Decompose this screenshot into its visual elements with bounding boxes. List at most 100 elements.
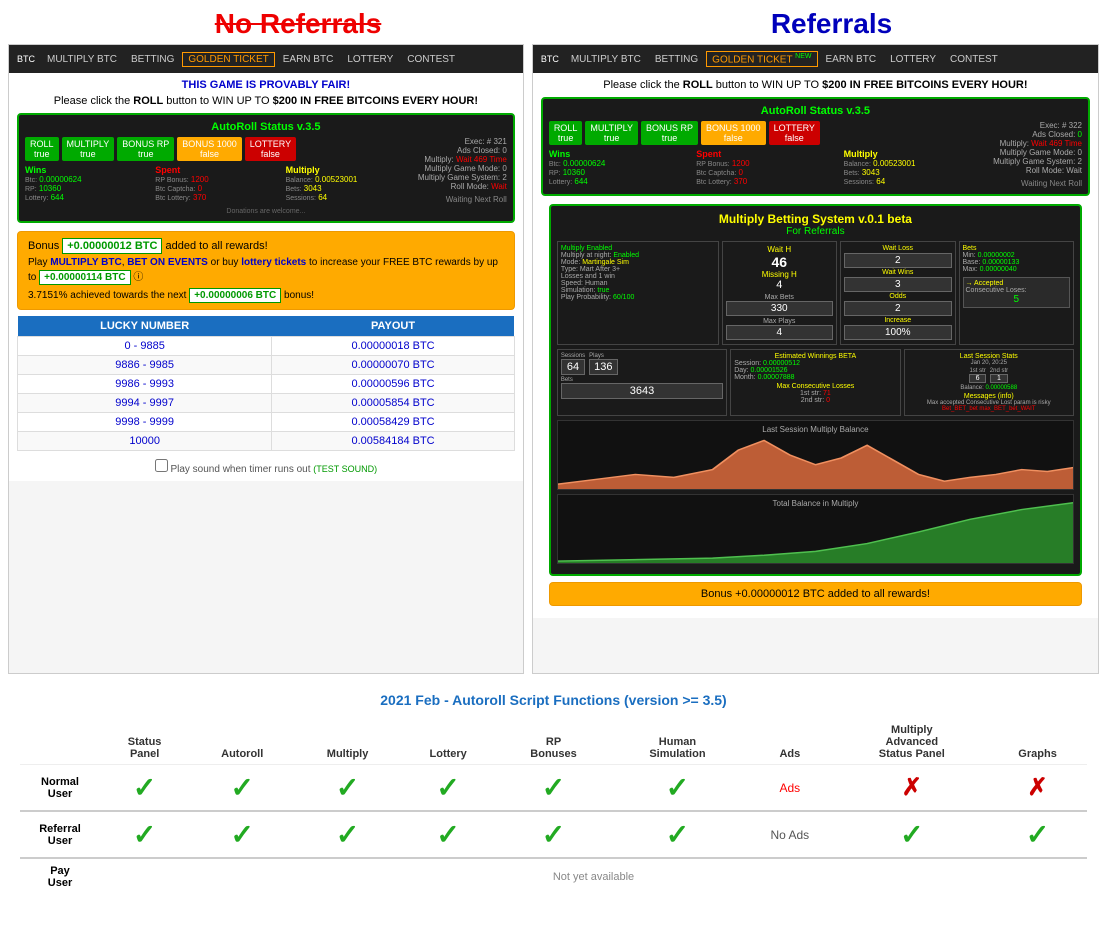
exec-panel-right: Exec: # 322 Ads Closed: 0 Multiply: Wait…	[993, 121, 1082, 188]
btn-lottery[interactable]: LOTTERYfalse	[245, 137, 296, 161]
autoroll-box-left: AutoRoll Status v.3.5 ROLLtrue MULTIPLYt…	[17, 113, 515, 223]
nav-btc-left[interactable]: BTC	[13, 52, 39, 66]
normal-rp: ✓	[496, 765, 610, 812]
panel-right: BTC MULTIPLY BTC BETTING GOLDEN TICKET N…	[532, 44, 1099, 674]
nav-golden-left[interactable]: GOLDEN TICKET	[182, 52, 274, 67]
lottery-link[interactable]: lottery tickets	[241, 257, 306, 268]
provably-fair-left: THIS GAME IS PROVABLY FAIR!	[17, 79, 515, 91]
table-row: 9886 - 99850.00000070 BTC	[18, 356, 515, 375]
th-multiply: Multiply	[295, 720, 400, 765]
th-multiply-adv: MultiplyAdvancedStatus Panel	[836, 720, 989, 765]
btn-multiply[interactable]: MULTIPLYtrue	[62, 137, 115, 161]
th-lucky-number: LUCKY NUMBER	[18, 316, 272, 337]
screenshots-row: BTC MULTIPLY BTC BETTING GOLDEN TICKET E…	[0, 44, 1107, 682]
ads-label: Ads	[779, 781, 800, 795]
no-ads-label: No Ads	[770, 828, 809, 842]
cross-icon: ✗	[1028, 774, 1048, 801]
th-payout: PAYOUT	[272, 316, 515, 337]
table-cell: 0.00058429 BTC	[272, 413, 515, 432]
table-cell: 10000	[18, 432, 272, 451]
btn-bonus-1000[interactable]: BONUS 1000false	[177, 137, 242, 161]
test-sound-link[interactable]: (TEST SOUND)	[313, 464, 377, 474]
normal-user-label: NormalUser	[20, 765, 100, 812]
table-cell: 9886 - 9985	[18, 356, 272, 375]
normal-ads: Ads	[744, 765, 835, 812]
normal-status: ✓	[100, 765, 189, 812]
nav-contest-right[interactable]: CONTEST	[944, 52, 1004, 67]
nav-earn-left[interactable]: EARN BTC	[277, 52, 340, 67]
bonus-amount-right: +0.00000012 BTC	[735, 588, 825, 600]
panel-left: BTC MULTIPLY BTC BETTING GOLDEN TICKET E…	[8, 44, 524, 674]
graph-last-session: Last Session Multiply Balance	[557, 420, 1074, 490]
ref-human: ✓	[611, 811, 744, 858]
nav-betting-left[interactable]: BETTING	[125, 52, 180, 67]
bet-link[interactable]: BET ON EVENTS	[127, 257, 208, 268]
sound-row-left: Play sound when timer runs out (TEST SOU…	[17, 459, 515, 475]
autoroll-stats-right: Wins Btc: 0.00000624 RP: 10360 Lottery: …	[549, 149, 987, 186]
roll-text-left: Please click the ROLL button to WIN UP T…	[17, 95, 515, 107]
btn-lottery-r[interactable]: LOTTERYfalse	[769, 121, 820, 145]
ref-rp: ✓	[496, 811, 610, 858]
nav-multiply-left[interactable]: MULTIPLY BTC	[41, 52, 123, 67]
nav-golden-right[interactable]: GOLDEN TICKET NEW	[706, 51, 817, 67]
btn-multiply-r[interactable]: MULTIPLYtrue	[585, 121, 638, 145]
normal-graphs: ✗	[988, 765, 1087, 812]
bonus-text-right: added to all rewards!	[828, 588, 930, 600]
multiply-title: Multiply Betting System v.0.1 beta	[557, 212, 1074, 226]
table-row: 9986 - 99930.00000596 BTC	[18, 375, 515, 394]
btn-roll[interactable]: ROLLtrue	[25, 137, 59, 161]
nav-lottery-left[interactable]: LOTTERY	[341, 52, 399, 67]
normal-adv: ✗	[836, 765, 989, 812]
btn-bonus-1000-r[interactable]: BONUS 1000false	[701, 121, 766, 145]
check-icon: ✓	[230, 772, 253, 803]
comparison-section: 2021 Feb - Autoroll Script Functions (ve…	[0, 682, 1107, 905]
btn-roll-r[interactable]: ROLLtrue	[549, 121, 583, 145]
multiply-link[interactable]: MULTIPLY BTC	[50, 257, 121, 268]
progress-text-left: 3.7151% achieved towards the next +0.000…	[28, 288, 504, 303]
table-cell: 0.00584184 BTC	[272, 432, 515, 451]
check-icon: ✓	[900, 819, 923, 850]
donation-text-left: Donations are welcome...	[25, 208, 507, 215]
table-cell: 0.00000018 BTC	[272, 337, 515, 356]
ref-graphs: ✓	[988, 811, 1087, 858]
nav-multiply-right[interactable]: MULTIPLY BTC	[565, 52, 647, 67]
ref-autoroll: ✓	[189, 811, 295, 858]
th-graphs: Graphs	[988, 720, 1087, 765]
table-cell: 0 - 9885	[18, 337, 272, 356]
check-icon: ✓	[542, 819, 565, 850]
th-autoroll: Autoroll	[189, 720, 295, 765]
sound-checkbox[interactable]	[155, 459, 168, 472]
table-row: 9998 - 99990.00058429 BTC	[18, 413, 515, 432]
roll-text-right: Please click the ROLL button to WIN UP T…	[541, 79, 1090, 91]
nav-betting-right[interactable]: BETTING	[649, 52, 704, 67]
row-referral-user: ReferralUser ✓ ✓ ✓ ✓ ✓ ✓ No Ads ✓ ✓	[20, 811, 1087, 858]
autoroll-stats-left: Wins Btc: 0.00000624 RP: 10360 Lottery: …	[25, 165, 412, 202]
bonus-amount-left: +0.00000012 BTC	[62, 238, 162, 254]
th-empty	[20, 720, 100, 765]
stats-multiply-left: Multiply Balance: 0.00523001 Bets: 3043 …	[286, 165, 412, 202]
nav-btc-right[interactable]: BTC	[537, 52, 563, 66]
stats-wins-right: Wins Btc: 0.00000624 RP: 10360 Lottery: …	[549, 149, 692, 186]
nav-contest-left[interactable]: CONTEST	[401, 52, 461, 67]
bonus-text-left: added to all rewards!	[166, 240, 268, 252]
btn-bonus-rp[interactable]: BONUS RPtrue	[117, 137, 174, 161]
panel-content-right: Please click the ROLL button to WIN UP T…	[533, 73, 1098, 618]
ref-lottery: ✓	[400, 811, 496, 858]
multiply-box: Multiply Betting System v.0.1 beta For R…	[549, 204, 1082, 576]
referral-user-label: ReferralUser	[20, 811, 100, 858]
check-icon: ✓	[336, 819, 359, 850]
btn-bonus-rp-r[interactable]: BONUS RPtrue	[641, 121, 698, 145]
nav-lottery-right[interactable]: LOTTERY	[884, 52, 942, 67]
check-icon: ✓	[230, 819, 253, 850]
not-yet-available: Not yet available	[100, 858, 1087, 895]
comparison-table: StatusPanel Autoroll Multiply Lottery RP…	[20, 720, 1087, 895]
graph1-label: Last Session Multiply Balance	[762, 425, 868, 434]
bonus-bar-left: Bonus +0.00000012 BTC added to all rewar…	[17, 231, 515, 310]
autoroll-title-right: AutoRoll Status v.3.5	[549, 105, 1082, 117]
progress-amount: +0.00000006 BTC	[189, 288, 281, 303]
normal-multiply: ✓	[295, 765, 400, 812]
check-icon: ✓	[133, 819, 156, 850]
no-referrals-heading: No Referrals	[215, 8, 382, 40]
nav-earn-right[interactable]: EARN BTC	[820, 52, 883, 67]
check-icon: ✓	[336, 772, 359, 803]
